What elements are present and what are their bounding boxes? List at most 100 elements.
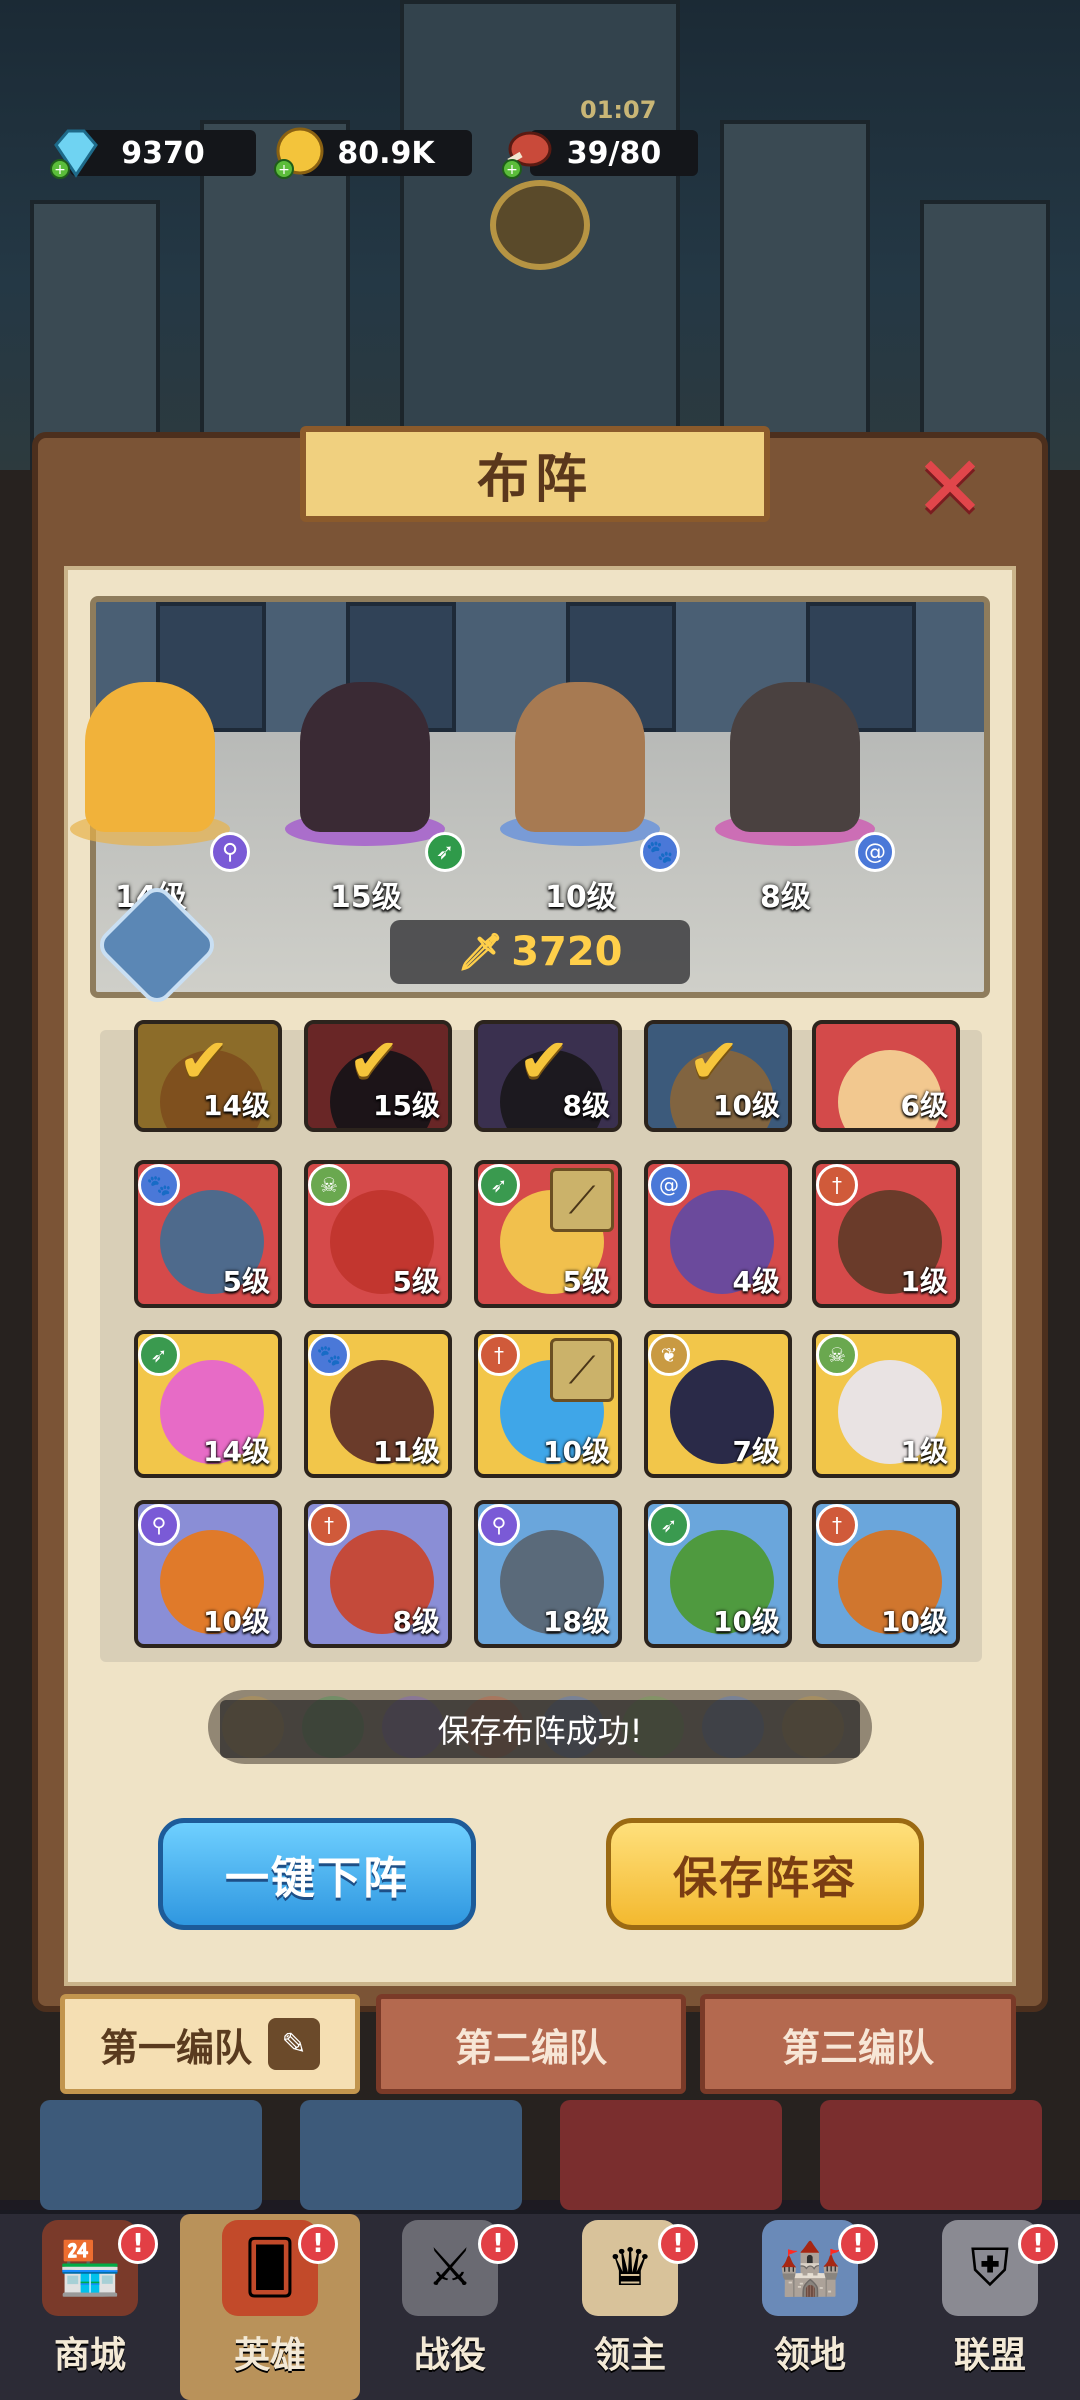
tab-team-1-label: 第一编队 <box>99 2025 252 2070</box>
hero-level: 10级 <box>713 1089 780 1122</box>
close-button[interactable]: ✕ <box>910 438 990 538</box>
hero-card[interactable]: † ⟋ 10级 <box>474 1330 622 1478</box>
background-card <box>560 2100 782 2210</box>
gem-icon[interactable]: + <box>48 125 104 181</box>
hero-card[interactable]: ✔ 10级 <box>644 1020 792 1132</box>
hero-card[interactable]: 🐾 11级 <box>304 1330 452 1478</box>
bow-icon: ➶ <box>478 1164 520 1206</box>
lineup-hero[interactable] <box>515 682 645 832</box>
background-card <box>300 2100 522 2210</box>
hero-level: 14级 <box>203 1089 270 1122</box>
edit-feather-icon[interactable]: ✎ <box>268 2018 320 2070</box>
sword-icon: † <box>816 1164 858 1206</box>
hero-level: 7级 <box>732 1435 780 1468</box>
equipped-spear-icon: ⟋ <box>550 1168 614 1232</box>
meat-icon[interactable]: + <box>500 125 556 181</box>
hero-card[interactable]: ➶ ⟋ 5级 <box>474 1160 622 1308</box>
hero-card[interactable]: ➶ 10级 <box>644 1500 792 1648</box>
stamina-value: 39/80 <box>566 135 662 171</box>
hero-card[interactable]: ❦ 7级 <box>644 1330 792 1478</box>
panel-title-ribbon: 布阵 <box>300 426 770 522</box>
sword-icon: † <box>478 1334 520 1376</box>
power-value: 3720 <box>511 929 623 975</box>
game-screen: 9370 + 80.9K + 39/80 + 01:07 布阵 ✕ ⚲ 14级 ➶ 1… <box>0 0 1080 2400</box>
hero-card[interactable]: ✔ 14级 <box>134 1020 282 1132</box>
hero-card[interactable]: 6级 <box>812 1020 960 1132</box>
tab-team-2[interactable]: 第二编队 <box>376 1994 686 2094</box>
close-icon: ✕ <box>913 438 987 538</box>
nav-label: 商城 <box>53 2335 126 2376</box>
sword-icon: † <box>308 1504 350 1546</box>
skull-emblem-icon <box>490 180 590 270</box>
hero-card[interactable]: ⚲ 10级 <box>134 1500 282 1648</box>
power-display: 🗡 3720 <box>390 920 690 984</box>
hero-card[interactable]: ☠ 5级 <box>304 1160 452 1308</box>
alert-badge-icon: ! <box>118 2224 158 2264</box>
hero-card[interactable]: ✔ 8级 <box>474 1020 622 1132</box>
staff-icon: ⚲ <box>210 832 250 872</box>
hero-card[interactable]: 🐾 5级 <box>134 1160 282 1308</box>
nav-label: 领地 <box>773 2335 846 2376</box>
hero-level: 8级 <box>562 1089 610 1122</box>
tab-team-1[interactable]: 第一编队 ✎ <box>60 1994 360 2094</box>
bow-icon: ➶ <box>138 1334 180 1376</box>
hero-card[interactable]: † 8级 <box>304 1500 452 1648</box>
hero-level: 18级 <box>543 1605 610 1638</box>
lineup-hero[interactable] <box>300 682 430 832</box>
alert-badge-icon: ! <box>1018 2224 1058 2264</box>
hero-level: 11级 <box>373 1435 440 1468</box>
skull-icon: ☠ <box>308 1164 350 1206</box>
lineup-level: 15级 <box>330 880 402 915</box>
tab-team-2-label: 第二编队 <box>454 2025 607 2070</box>
nav-hero-cards[interactable]: 🂠 英雄! <box>180 2214 360 2400</box>
hero-card[interactable]: † 10级 <box>812 1500 960 1648</box>
svg-text:+: + <box>278 162 290 178</box>
nav-knight-helmet[interactable]: ⛨ 联盟! <box>900 2214 1080 2400</box>
hero-level: 5级 <box>222 1265 270 1298</box>
gold-value: 80.9K <box>337 135 435 171</box>
paw-icon: 🐾 <box>308 1334 350 1376</box>
sword-icon: † <box>816 1504 858 1546</box>
paw-icon: 🐾 <box>640 832 680 872</box>
wing-icon: ❦ <box>648 1334 690 1376</box>
hero-level: 1级 <box>900 1435 948 1468</box>
svg-text:+: + <box>54 162 66 178</box>
alert-badge-icon: ! <box>478 2224 518 2264</box>
panel-title: 布阵 <box>476 449 593 510</box>
nav-label: 战役 <box>413 2335 486 2376</box>
hero-level: 5级 <box>562 1265 610 1298</box>
background-card <box>40 2100 262 2210</box>
hero-level: 10级 <box>713 1605 780 1638</box>
nav-castle[interactable]: 🏰 领地! <box>720 2214 900 2400</box>
undeploy-all-button[interactable]: 一键下阵 <box>158 1818 476 1930</box>
nav-shop[interactable]: 🏪 商城! <box>0 2214 180 2400</box>
nav-label: 联盟 <box>953 2335 1026 2376</box>
bow-icon: ➶ <box>648 1504 690 1546</box>
gold-coin-icon[interactable]: + <box>272 125 328 181</box>
hero-card[interactable]: ⚲ 18级 <box>474 1500 622 1648</box>
save-lineup-button[interactable]: 保存阵容 <box>606 1818 924 1930</box>
tab-team-3[interactable]: 第三编队 <box>700 1994 1016 2094</box>
hero-card[interactable]: † 1级 <box>812 1160 960 1308</box>
hero-level: 4级 <box>732 1265 780 1298</box>
equipped-spear-icon: ⟋ <box>550 1338 614 1402</box>
hero-level: 15级 <box>373 1089 440 1122</box>
lineup-hero[interactable] <box>730 682 860 832</box>
bow-icon: ➶ <box>425 832 465 872</box>
hero-level: 10级 <box>543 1435 610 1468</box>
svg-text:+: + <box>506 162 518 178</box>
lineup-level: 8级 <box>760 880 811 915</box>
hero-card[interactable]: ➶ 14级 <box>134 1330 282 1478</box>
lineup-hero[interactable] <box>85 682 215 832</box>
hero-card[interactable]: @4级 <box>644 1160 792 1308</box>
hero-level: 14级 <box>203 1435 270 1468</box>
stamina-timer: 01:07 <box>580 96 657 124</box>
alert-badge-icon: ! <box>658 2224 698 2264</box>
nav-crossed-swords[interactable]: ⚔ 战役! <box>360 2214 540 2400</box>
paw-icon: 🐾 <box>138 1164 180 1206</box>
hero-level: 8级 <box>392 1605 440 1638</box>
hero-level: 1级 <box>900 1265 948 1298</box>
nav-lord-crown[interactable]: ♛ 领主! <box>540 2214 720 2400</box>
hero-card[interactable]: ☠ 1级 <box>812 1330 960 1478</box>
hero-card[interactable]: ✔ 15级 <box>304 1020 452 1132</box>
